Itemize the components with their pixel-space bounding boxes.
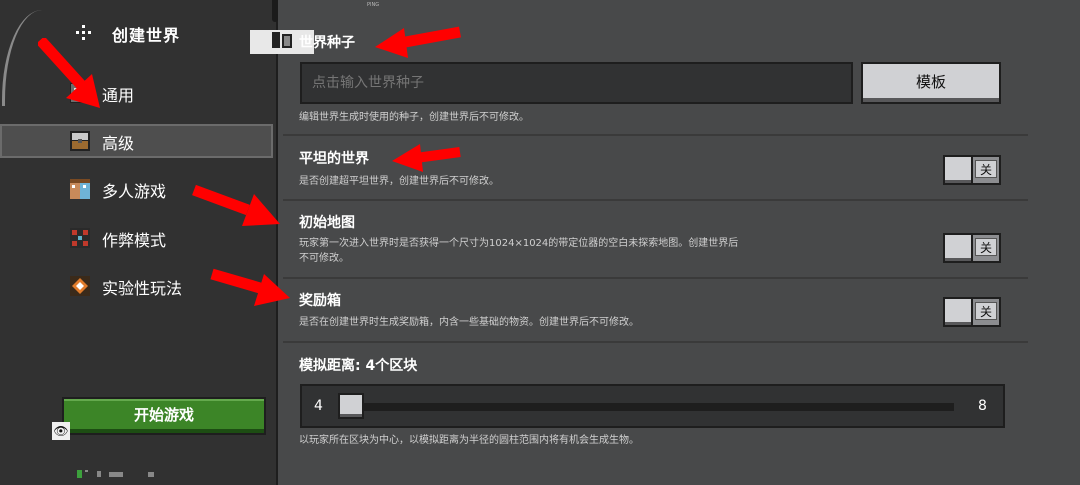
annotation-arrow-icon (38, 38, 100, 108)
flat-world-title: 平坦的世界 (299, 151, 369, 167)
annotation-arrow-icon (192, 184, 280, 226)
divider (283, 134, 1028, 136)
toggle-off-label: 关 (975, 238, 997, 256)
flat-world-toggle[interactable]: 关 (943, 155, 1001, 185)
seed-description: 编辑世界生成时使用的种子，创建世界后不可修改。 (299, 112, 529, 123)
starting-map-toggle[interactable]: 关 (943, 233, 1001, 263)
bonus-chest-title: 奖励箱 (299, 293, 341, 309)
bonus-chest-description: 是否在创建世界时生成奖励箱，内含一些基础的物资。创建世界后不可修改。 (299, 317, 639, 328)
slider-track[interactable] (348, 403, 954, 411)
sidebar-item-advanced[interactable]: 高级 (0, 124, 273, 158)
toggle-off-label: 关 (975, 160, 997, 178)
seed-title: 世界种子 (299, 35, 355, 51)
divider (283, 277, 1028, 279)
sidebar-item-label: 实验性玩法 (102, 279, 183, 298)
status-indicator-icon (77, 470, 154, 478)
start-game-button[interactable]: 开始游戏 (62, 397, 266, 435)
starting-map-title: 初始地图 (299, 215, 355, 231)
ping-label: PING (367, 2, 380, 8)
toggle-off-label: 关 (975, 302, 997, 320)
chest-icon (70, 131, 90, 151)
slider-min-label: 4 (314, 398, 323, 414)
slider-thumb[interactable] (338, 393, 364, 419)
page-title: 创建世界 (112, 26, 181, 45)
cheats-icon (70, 228, 90, 248)
divider (283, 341, 1028, 343)
starting-map-description: 玩家第一次进入世界时是否获得一个尺寸为1024×1024的带定位器的空白未探索地… (299, 238, 739, 249)
eye-icon[interactable]: 👁 (52, 422, 70, 440)
slider-max-label: 8 (978, 398, 987, 414)
divider (283, 199, 1028, 201)
experiments-icon (70, 276, 90, 296)
simulation-distance-description: 以玩家所在区块为中心，以模拟距离为半径的圆柱范围内将有机会生成生物。 (299, 435, 639, 446)
multiplayer-icon (70, 179, 90, 199)
starting-map-description-cont: 不可修改。 (299, 253, 349, 264)
simulation-distance-title: 模拟距离: 4个区块 (299, 358, 418, 374)
sidebar-item-label: 高级 (102, 134, 135, 153)
sidebar-item-label: 作弊模式 (102, 231, 167, 250)
seed-input[interactable] (300, 62, 853, 104)
annotation-arrow-icon (392, 144, 461, 172)
annotation-arrow-icon (210, 268, 290, 306)
sidebar-item-label: 多人游戏 (102, 182, 167, 201)
simulation-distance-slider[interactable]: 4 8 (300, 384, 1005, 428)
bonus-chest-toggle[interactable]: 关 (943, 297, 1001, 327)
annotation-arrow-icon (375, 26, 461, 58)
template-button[interactable]: 模板 (861, 62, 1001, 104)
flat-world-description: 是否创建超平坦世界，创建世界后不可修改。 (299, 176, 499, 187)
